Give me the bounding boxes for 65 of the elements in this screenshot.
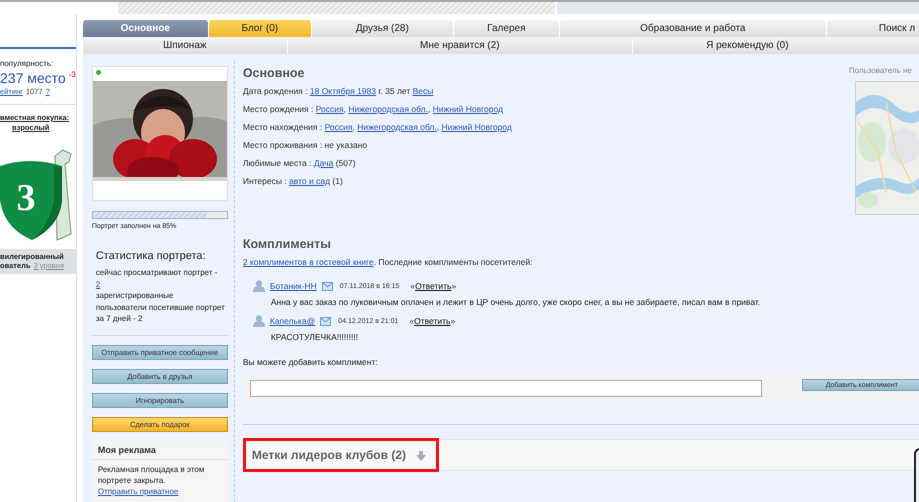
section-title: Основное bbox=[242, 66, 306, 80]
info-text: , bbox=[436, 122, 440, 132]
author-link[interactable]: Капелька@ bbox=[270, 316, 316, 326]
info-text: Место рождения : bbox=[242, 104, 314, 114]
tab[interactable]: Друзья (28) bbox=[312, 20, 453, 37]
viewers-link[interactable]: 2 bbox=[96, 280, 100, 288]
tab[interactable]: Образование и работа bbox=[560, 20, 826, 37]
mail-icon bbox=[320, 316, 332, 326]
map-caption: Пользователь не bbox=[848, 66, 912, 75]
info-link[interactable]: Весы bbox=[412, 86, 434, 96]
quote-mark: » bbox=[450, 316, 456, 326]
info-link[interactable]: Нижний Новгород bbox=[432, 104, 504, 114]
info-text: Место проживания : не указано bbox=[242, 140, 368, 150]
info-link[interactable]: Нижний Новгород bbox=[442, 122, 512, 132]
quote-mark: » bbox=[451, 281, 456, 291]
tab[interactable]: Галерея bbox=[454, 20, 559, 37]
info-text: Любимые места : bbox=[242, 158, 313, 168]
info-link[interactable]: 18 Октября 1983 bbox=[310, 86, 376, 96]
form-label: Вы можете добавить комплимент: bbox=[242, 357, 379, 367]
rank-value: 237 место bbox=[0, 70, 66, 86]
summary-text: . Последние комплименты посетителей: bbox=[374, 257, 532, 267]
info-text: (507) bbox=[334, 158, 356, 168]
info-link[interactable]: Россия bbox=[316, 104, 344, 114]
section-title[interactable]: Метки лидеров клубов (2) bbox=[252, 448, 406, 462]
author-link[interactable]: Ботаник-НН bbox=[270, 281, 317, 291]
reply-link[interactable]: Ответить bbox=[415, 281, 452, 291]
info-text: (1) bbox=[331, 176, 343, 186]
quote-mark: « bbox=[409, 316, 414, 326]
info-link[interactable]: Нижегородская обл. bbox=[348, 104, 428, 114]
comment-text: КРАСОТУЛЕЧКА!!!!!!!!! bbox=[270, 332, 360, 344]
arrow-down-icon bbox=[416, 451, 426, 461]
section-title: Статистика портрета: bbox=[96, 250, 207, 262]
popularity-label: популярность: bbox=[0, 59, 54, 68]
guestbook-link[interactable]: 2 комплиментов в гостевой книге bbox=[242, 257, 374, 267]
reply-link[interactable]: Ответить bbox=[414, 316, 450, 326]
info-text: , bbox=[428, 104, 432, 114]
tab[interactable]: Поиск л bbox=[826, 20, 919, 37]
mail-icon bbox=[322, 282, 333, 290]
info-link[interactable]: Дача bbox=[314, 158, 334, 168]
comment-text: Анна у вас заказ по луковичным оплачен и лежит в ЦР очень долго, уже скоро снег, а вы не забираете, писал вам в приват. bbox=[270, 297, 762, 309]
info-link[interactable]: авто и сад bbox=[289, 176, 330, 186]
info-text: г. 35 лет bbox=[377, 86, 412, 96]
compliment-field[interactable] bbox=[250, 380, 762, 396]
stats-text: зарегистрированные пользователи посетившие портрет за 7 дней - 2 bbox=[96, 290, 226, 324]
section-title: Комплименты bbox=[242, 237, 332, 251]
quote-mark: « bbox=[410, 281, 416, 291]
info-text: Дата рождения : bbox=[242, 86, 309, 96]
tab[interactable]: Мне нравится (2) bbox=[288, 38, 632, 54]
level-number: 3 bbox=[16, 177, 36, 219]
ad-title: Моя реклама bbox=[92, 440, 228, 460]
info-text: , bbox=[352, 122, 356, 132]
info-text: Место нахождения : bbox=[242, 122, 324, 132]
rank-change: -3 bbox=[68, 70, 76, 79]
ad-text: Рекламная площадка в этом портрете закрыта. bbox=[98, 464, 206, 486]
user-icon bbox=[252, 280, 265, 292]
tab[interactable]: Шпионаж bbox=[82, 38, 287, 54]
info-link[interactable]: Россия bbox=[324, 122, 352, 132]
tab[interactable]: Я рекомендую (0) bbox=[632, 38, 919, 54]
info-text: Интересы : bbox=[242, 176, 288, 186]
message-link[interactable]: Отправить приватное bbox=[98, 486, 178, 496]
tab[interactable]: Блог (0) bbox=[208, 20, 311, 37]
info-text: , bbox=[344, 104, 347, 114]
user-icon bbox=[252, 315, 265, 327]
stats-text: сейчас просматривают портрет - bbox=[96, 267, 218, 278]
info-link[interactable]: Нижегородская обл. bbox=[357, 122, 437, 132]
